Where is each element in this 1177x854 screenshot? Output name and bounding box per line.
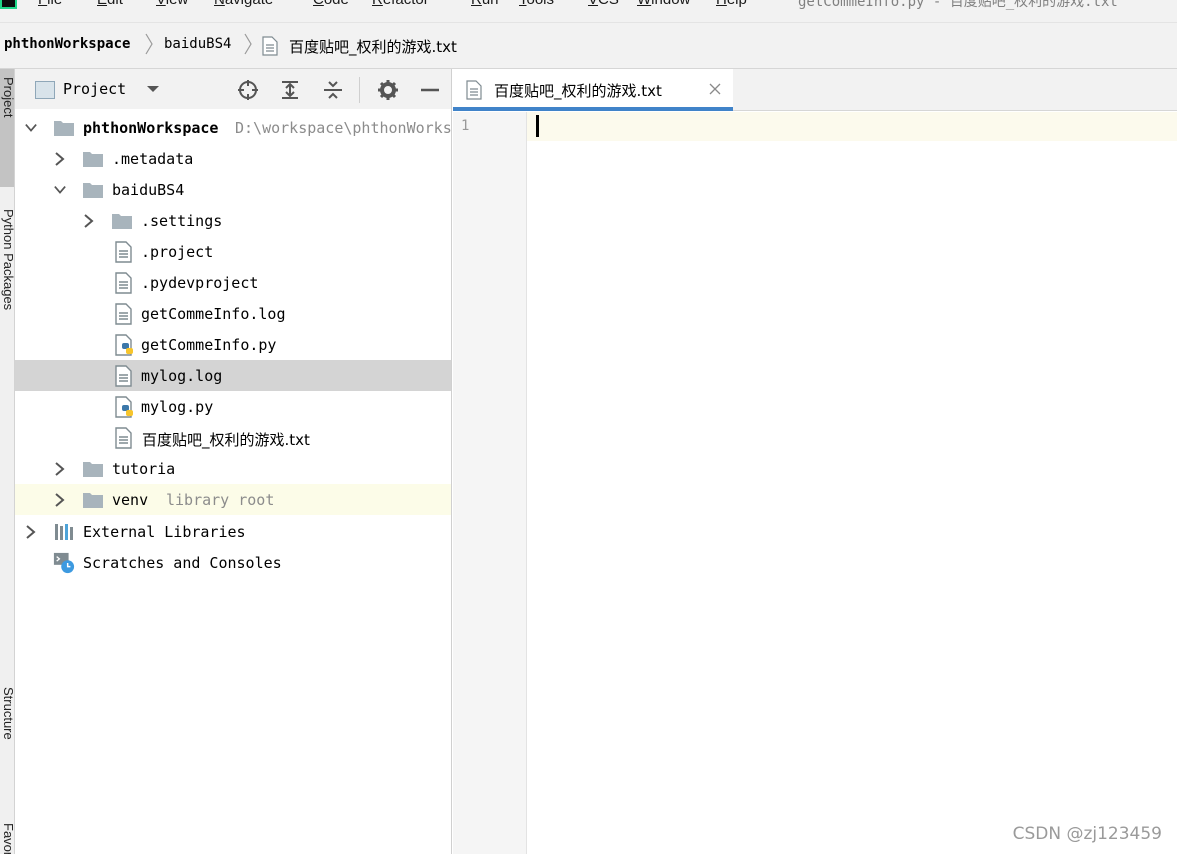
text-caret: [536, 115, 539, 137]
menu-window[interactable]: Window: [637, 0, 690, 8]
project-tool-button[interactable]: Project: [0, 69, 14, 187]
locate-target-icon[interactable]: [236, 78, 260, 102]
watermark: CSDN @zj123459: [1012, 824, 1162, 844]
expand-all-icon[interactable]: [278, 78, 302, 102]
chevron-down-icon[interactable]: [54, 183, 66, 197]
tree-row-getcommeinfo-log[interactable]: getCommeInfo.log: [15, 298, 451, 329]
collapse-all-icon[interactable]: [321, 78, 345, 102]
code-editor[interactable]: [527, 112, 1177, 854]
chevron-right-icon[interactable]: [54, 462, 66, 476]
hide-minus-icon[interactable]: [418, 78, 442, 102]
tree-row-baidubs4[interactable]: baiduBS4: [15, 174, 451, 205]
scratches-clock-icon: [53, 552, 75, 574]
tree-row-scratches[interactable]: Scratches and Consoles: [15, 547, 451, 578]
text-file-icon: [466, 80, 482, 100]
tree-row-mylog-log[interactable]: mylog.log: [15, 360, 451, 391]
breadcrumb-folder[interactable]: baiduBS4: [164, 36, 231, 52]
header-divider: [359, 77, 360, 103]
breadcrumb-file[interactable]: 百度贴吧_权利的游戏.txt: [289, 36, 457, 57]
menu-bar: File Edit View Navigate Code Refactor Ru…: [0, 0, 1177, 22]
python-packages-tool-button[interactable]: Python Packages: [0, 203, 14, 373]
folder-icon: [83, 493, 103, 508]
structure-tool-button[interactable]: Structure: [0, 681, 14, 791]
tree-row-pydevproject[interactable]: .pydevproject: [15, 267, 451, 298]
tree-row-settings[interactable]: .settings: [15, 205, 451, 236]
text-file-icon: [115, 427, 132, 449]
menu-tools[interactable]: Tools: [519, 0, 554, 8]
editor-tab-txt[interactable]: 百度贴吧_权利的游戏.txt: [453, 69, 733, 111]
folder-icon: [112, 214, 132, 229]
panel-title[interactable]: Project: [63, 80, 126, 98]
tree-row-mylog-py[interactable]: mylog.py: [15, 391, 451, 422]
python-file-icon: [115, 396, 133, 418]
gear-icon[interactable]: [376, 78, 400, 102]
chevron-right-icon: [145, 33, 153, 55]
pycharm-logo-icon: [0, 0, 17, 9]
menu-file[interactable]: File: [38, 0, 62, 8]
tree-row-metadata[interactable]: .metadata: [15, 143, 451, 174]
window-title: getCommeInfo.py - 百度贴吧_权利的游戏.txt: [798, 0, 1118, 10]
log-file-icon: [115, 303, 132, 325]
tree-row-external-libraries[interactable]: External Libraries: [15, 516, 451, 547]
project-panel: Project phthonWorkspace D:\workspace\pht…: [15, 69, 452, 854]
folder-icon: [54, 121, 74, 136]
favorites-tool-button[interactable]: Favorites: [0, 819, 14, 854]
chevron-right-icon[interactable]: [54, 152, 66, 166]
text-file-icon: [262, 36, 278, 56]
tree-row-txt-file[interactable]: 百度贴吧_权利的游戏.txt: [15, 422, 451, 453]
editor-tab-bar: 百度贴吧_权利的游戏.txt: [453, 69, 1177, 111]
close-icon[interactable]: [708, 82, 722, 96]
text-file-icon: [115, 272, 132, 294]
chevron-down-icon[interactable]: [25, 121, 37, 135]
menu-refactor[interactable]: Refactor: [372, 0, 429, 8]
tree-row-phthonworkspace[interactable]: phthonWorkspace D:\workspace\phthonWorks: [15, 112, 451, 143]
menu-vcs[interactable]: VCS: [588, 0, 619, 8]
chevron-down-icon[interactable]: [146, 84, 160, 94]
tree-row-project-file[interactable]: .project: [15, 236, 451, 267]
libraries-icon: [55, 524, 73, 540]
chevron-right-icon[interactable]: [83, 214, 95, 228]
chevron-right-icon[interactable]: [54, 493, 66, 507]
python-file-icon: [115, 334, 133, 356]
project-panel-header: Project: [15, 69, 451, 109]
chevron-right-icon: [244, 33, 252, 55]
chevron-right-icon[interactable]: [25, 525, 37, 539]
menu-run[interactable]: Run: [471, 0, 499, 8]
tab-label: 百度贴吧_权利的游戏.txt: [494, 82, 662, 100]
menu-edit[interactable]: Edit: [97, 0, 123, 8]
line-number-gutter: 1: [453, 112, 527, 854]
folder-icon: [83, 183, 103, 198]
tree-row-venv[interactable]: venv library root: [15, 484, 451, 515]
log-file-icon: [115, 365, 132, 387]
text-file-icon: [115, 241, 132, 263]
current-line-highlight: [527, 112, 1177, 141]
tree-row-tutoria[interactable]: tutoria: [15, 453, 451, 484]
menu-code[interactable]: Code: [313, 0, 349, 8]
line-number: 1: [461, 118, 470, 134]
menu-help[interactable]: Help: [716, 0, 747, 8]
folder-icon: [83, 462, 103, 477]
folder-icon: [83, 152, 103, 167]
project-view-icon: [35, 81, 55, 99]
menu-view[interactable]: View: [156, 0, 188, 8]
breadcrumb-root[interactable]: phthonWorkspace: [4, 36, 130, 52]
tree-row-getcommeinfo-py[interactable]: getCommeInfo.py: [15, 329, 451, 360]
editor-area: 百度贴吧_权利的游戏.txt 1 CSDN @zj123459: [453, 69, 1177, 854]
breadcrumb: phthonWorkspace baiduBS4 百度贴吧_权利的游戏.txt: [0, 22, 1177, 69]
left-tool-stripe: Project Python Packages Structure Favori…: [0, 69, 15, 854]
menu-navigate[interactable]: Navigate: [214, 0, 273, 8]
